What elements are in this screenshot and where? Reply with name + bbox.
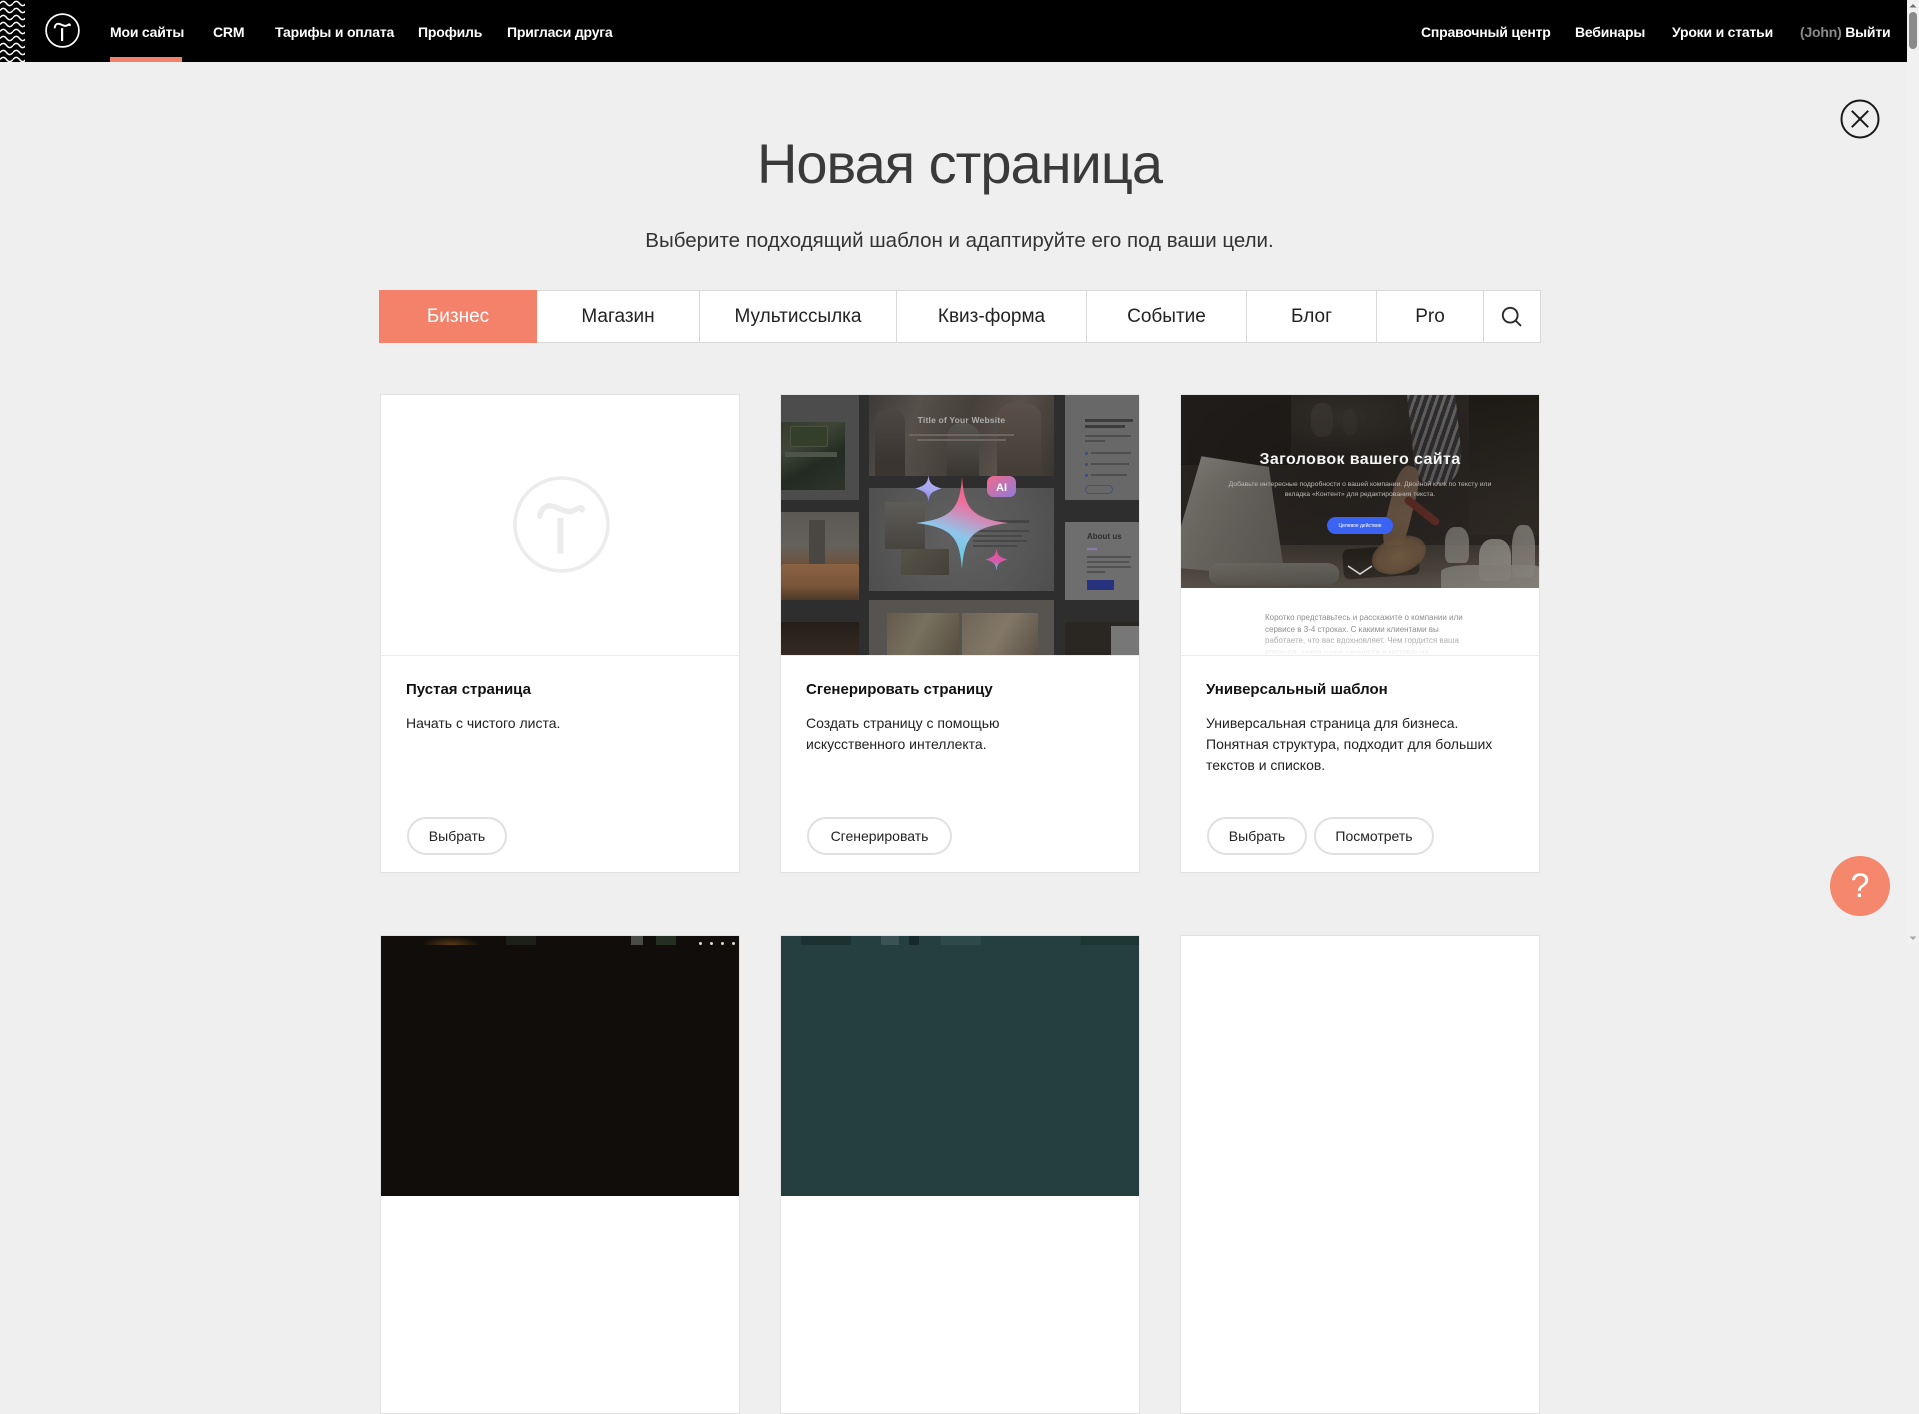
- svg-text:AI: AI: [996, 482, 1007, 494]
